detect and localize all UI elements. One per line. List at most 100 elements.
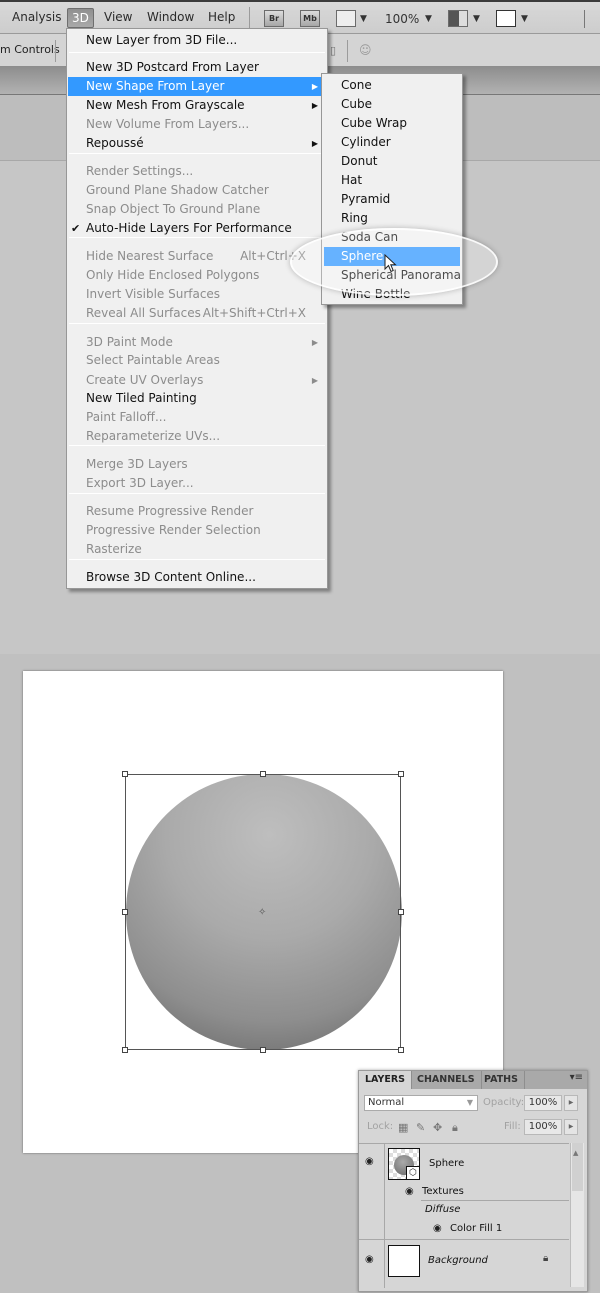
menu-item-label: New Shape From Layer xyxy=(86,79,225,93)
tab-paths[interactable]: PATHS xyxy=(478,1071,525,1089)
menu-item-select-paintable-areas[interactable]: Select Paintable Areas xyxy=(68,351,326,370)
tab-channels[interactable]: CHANNELS xyxy=(411,1071,482,1089)
menu-item-label: Hide Nearest Surface xyxy=(86,249,214,263)
layer-name-textures[interactable]: Textures xyxy=(422,1186,464,1197)
menu-3d[interactable]: 3D xyxy=(67,8,94,28)
menu-separator xyxy=(69,52,325,53)
handle-bottom-center[interactable] xyxy=(260,1047,266,1053)
eye-icon[interactable]: ◉ xyxy=(433,1223,442,1234)
menu-separator xyxy=(69,559,325,560)
menu-item-paint-falloff[interactable]: Paint Falloff... xyxy=(68,408,326,427)
eye-icon[interactable]: ◉ xyxy=(365,1156,374,1167)
handle-top-center[interactable] xyxy=(260,771,266,777)
submenu-item-cube[interactable]: Cube xyxy=(324,95,460,114)
fill-field[interactable]: 100% xyxy=(524,1119,562,1135)
menu-item-new-layer-from-3d-file[interactable]: New Layer from 3D File... xyxy=(68,31,326,50)
transform-controls-label[interactable]: m Controls xyxy=(0,43,60,56)
screen-mode-icon[interactable] xyxy=(496,10,516,27)
lock-image-icon[interactable]: ✎ xyxy=(416,1121,425,1134)
menu-item-export-3d-layer[interactable]: Export 3D Layer... xyxy=(68,474,326,493)
menu-item-render-settings[interactable]: Render Settings... xyxy=(68,162,326,181)
lock-position-icon[interactable]: ✥ xyxy=(433,1121,442,1134)
handle-top-right[interactable] xyxy=(398,771,404,777)
view-extras-dropdown-icon[interactable]: ▼ xyxy=(360,14,367,24)
layers-scrollbar[interactable]: ▲ xyxy=(570,1143,584,1287)
handle-bottom-right[interactable] xyxy=(398,1047,404,1053)
menu-item-hide-nearest-surface[interactable]: Hide Nearest Surface Alt+Ctrl+X xyxy=(68,247,326,266)
layer-name-background[interactable]: Background xyxy=(428,1255,488,1266)
layer-name-color-fill[interactable]: Color Fill 1 xyxy=(450,1223,502,1234)
submenu-item-ring[interactable]: Ring xyxy=(324,209,460,228)
menu-item-new-volume-from-layers[interactable]: New Volume From Layers... xyxy=(68,115,326,134)
fill-slider-button[interactable]: ▶ xyxy=(564,1119,578,1135)
submenu-item-wine-bottle[interactable]: Wine Bottle xyxy=(324,285,460,304)
submenu-item-donut[interactable]: Donut xyxy=(324,152,460,171)
opacity-field[interactable]: 100% xyxy=(524,1095,562,1111)
menu-window[interactable]: Window xyxy=(143,8,198,28)
menu-item-label: 3D Paint Mode xyxy=(86,335,173,349)
submenu-item-hat[interactable]: Hat xyxy=(324,171,460,190)
menu-item-label: Paint Falloff... xyxy=(86,410,167,424)
3d-mode-icon[interactable]: ☺ xyxy=(359,43,372,57)
menu-item-3d-paint-mode[interactable]: 3D Paint Mode ▶ xyxy=(68,333,326,352)
menu-item-repouss[interactable]: Repoussé ▶ xyxy=(68,134,326,153)
lock-all-icon[interactable]: 🔒︎ xyxy=(452,1121,458,1135)
menu-item-reveal-all-surfaces[interactable]: Reveal All Surfaces Alt+Shift+Ctrl+X xyxy=(68,304,326,323)
tab-layers[interactable]: LAYERS xyxy=(359,1071,413,1089)
align-icon[interactable]: ▯ xyxy=(330,44,336,57)
reference-point-icon[interactable]: ✧ xyxy=(258,907,266,918)
menu-analysis[interactable]: Analysis xyxy=(8,8,65,28)
arrange-documents-icon[interactable] xyxy=(448,10,468,27)
menu-item-invert-visible-surfaces[interactable]: Invert Visible Surfaces xyxy=(68,285,326,304)
mini-bridge-icon[interactable]: Mb xyxy=(300,10,320,27)
submenu-item-cube-wrap[interactable]: Cube Wrap xyxy=(324,114,460,133)
menu-item-ground-plane-shadow-catcher[interactable]: Ground Plane Shadow Catcher xyxy=(68,181,326,200)
screen-mode-dropdown-icon[interactable]: ▼ xyxy=(521,14,528,24)
handle-middle-left[interactable] xyxy=(122,909,128,915)
opacity-slider-button[interactable]: ▶ xyxy=(564,1095,578,1111)
submenu-item-cone[interactable]: Cone xyxy=(324,76,460,95)
layer-name-sphere[interactable]: Sphere xyxy=(429,1158,464,1169)
menu-item-new-tiled-painting[interactable]: New Tiled Painting xyxy=(68,389,326,408)
zoom-dropdown-icon[interactable]: ▼ xyxy=(425,14,432,24)
blend-mode-select[interactable]: Normal ▼ xyxy=(364,1095,478,1111)
menu-separator xyxy=(69,323,325,324)
zoom-level[interactable]: 100% xyxy=(385,12,419,26)
menu-item-label: Progressive Render Selection xyxy=(86,523,261,537)
view-extras-icon[interactable] xyxy=(336,10,356,27)
bridge-icon[interactable]: Br xyxy=(264,10,284,27)
menu-item-new-3d-postcard-from-layer[interactable]: New 3D Postcard From Layer xyxy=(68,58,326,77)
eye-icon[interactable]: ◉ xyxy=(365,1254,374,1265)
handle-top-left[interactable] xyxy=(122,771,128,777)
menu-item-resume-progressive-render[interactable]: Resume Progressive Render xyxy=(68,502,326,521)
lock-transparency-icon[interactable]: ▦ xyxy=(398,1121,408,1134)
menu-item-merge-3d-layers[interactable]: Merge 3D Layers xyxy=(68,455,326,474)
menu-item-label: New Volume From Layers... xyxy=(86,117,250,131)
handle-middle-right[interactable] xyxy=(398,909,404,915)
row-divider xyxy=(359,1239,569,1240)
menu-item-auto-hide-layers-for-performance[interactable]: Auto-Hide Layers For Performance ✔ xyxy=(68,219,326,238)
scroll-up-icon[interactable]: ▲ xyxy=(573,1149,578,1157)
menu-item-progressive-render-selection[interactable]: Progressive Render Selection xyxy=(68,521,326,540)
menu-help[interactable]: Help xyxy=(204,8,239,28)
arrange-dropdown-icon[interactable]: ▼ xyxy=(473,14,480,24)
menu-item-label: New Tiled Painting xyxy=(86,391,197,405)
layer-name-diffuse[interactable]: Diffuse xyxy=(425,1204,460,1215)
menu-item-browse-3d-content-online[interactable]: Browse 3D Content Online... xyxy=(68,568,326,587)
handle-bottom-left[interactable] xyxy=(122,1047,128,1053)
menu-item-new-mesh-from-grayscale[interactable]: New Mesh From Grayscale ▶ xyxy=(68,96,326,115)
submenu-item-soda-can[interactable]: Soda Can xyxy=(324,228,460,247)
eye-icon[interactable]: ◉ xyxy=(405,1186,414,1197)
menu-item-new-shape-from-layer[interactable]: New Shape From Layer ▶ xyxy=(68,77,326,96)
menu-item-label: Only Hide Enclosed Polygons xyxy=(86,268,260,282)
submenu-item-pyramid[interactable]: Pyramid xyxy=(324,190,460,209)
menu-view[interactable]: View xyxy=(100,8,136,28)
menu-item-snap-object-to-ground-plane[interactable]: Snap Object To Ground Plane xyxy=(68,200,326,219)
menu-item-only-hide-enclosed-polygons[interactable]: Only Hide Enclosed Polygons xyxy=(68,266,326,285)
toolbar-divider xyxy=(584,10,585,28)
menu-item-rasterize[interactable]: Rasterize xyxy=(68,540,326,559)
menu-item-create-uv-overlays[interactable]: Create UV Overlays ▶ xyxy=(68,371,326,390)
submenu-item-cylinder[interactable]: Cylinder xyxy=(324,133,460,152)
panel-menu-icon[interactable]: ▾≡ xyxy=(570,1072,583,1083)
menu-item-reparameterize-uvs[interactable]: Reparameterize UVs... xyxy=(68,427,326,446)
